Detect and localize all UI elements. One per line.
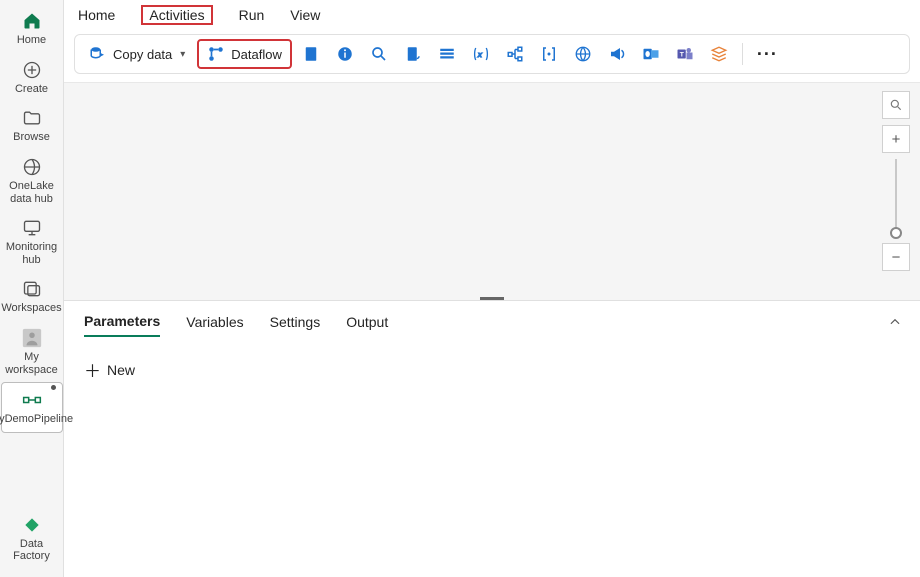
- main-area: Home Activities Run View Copy data ▾ Dat…: [64, 0, 920, 577]
- teams-icon: T: [676, 45, 694, 63]
- bottom-panel: Parameters Variables Settings Output ＋ N…: [64, 300, 920, 577]
- left-sidebar: Home Create Browse OneLake data hub Moni…: [0, 0, 64, 577]
- script-icon: [404, 45, 422, 63]
- collapse-panel-button[interactable]: [888, 315, 902, 329]
- bullhorn-icon: [608, 45, 626, 63]
- top-tab-row: Home Activities Run View: [64, 0, 920, 30]
- toolbar-lookup-button[interactable]: [364, 39, 394, 69]
- home-icon: [21, 10, 43, 32]
- search-icon: [889, 98, 903, 112]
- svg-text:x: x: [477, 50, 482, 59]
- sidebar-item-label: Home: [17, 34, 46, 47]
- chevron-up-icon: [888, 315, 902, 329]
- sidebar-item-label: MyDemoPipeline: [0, 413, 73, 426]
- toolbar-web-button[interactable]: [568, 39, 598, 69]
- toolbar-outlook-button[interactable]: [636, 39, 666, 69]
- folder-icon: [21, 107, 43, 129]
- new-parameter-button[interactable]: ＋ New: [84, 357, 900, 382]
- sidebar-item-monitoring[interactable]: Monitoring hub: [1, 211, 63, 272]
- avatar-icon: [21, 327, 43, 349]
- copy-data-label: Copy data: [113, 47, 172, 62]
- search-blue-icon: [370, 45, 388, 63]
- dataflow-icon: [207, 45, 225, 63]
- toolbar-separator: [742, 43, 743, 65]
- toolbar-announce-button[interactable]: [602, 39, 632, 69]
- workspaces-icon: [21, 278, 43, 300]
- toolbar-list-button[interactable]: [432, 39, 462, 69]
- sidebar-item-label: Browse: [13, 131, 50, 144]
- layers-icon: [710, 45, 728, 63]
- copy-data-icon: [89, 45, 107, 63]
- new-label: New: [107, 362, 135, 378]
- tab-variables[interactable]: Variables: [186, 314, 243, 336]
- canvas-controls: + −: [882, 91, 910, 277]
- variable-icon: x: [472, 45, 490, 63]
- bottom-tab-row: Parameters Variables Settings Output: [84, 313, 900, 337]
- sidebar-item-pipeline[interactable]: MyDemoPipeline: [1, 382, 63, 433]
- tab-output[interactable]: Output: [346, 314, 388, 336]
- dataflow-button[interactable]: Dataflow: [197, 39, 292, 69]
- toolbar-more-button[interactable]: ···: [751, 44, 784, 65]
- unsaved-indicator-icon: [51, 385, 56, 390]
- toolbar-info-button[interactable]: [330, 39, 360, 69]
- branch-icon: [506, 45, 524, 63]
- activities-toolbar: Copy data ▾ Dataflow x T ···: [74, 34, 910, 74]
- zoom-slider-track[interactable]: [895, 159, 897, 233]
- sidebar-item-create[interactable]: Create: [1, 53, 63, 102]
- zoom-slider-knob[interactable]: [890, 227, 902, 239]
- monitor-icon: [21, 217, 43, 239]
- pipeline-icon: [21, 389, 43, 411]
- onelake-icon: [21, 156, 43, 178]
- sidebar-item-label: Create: [15, 83, 48, 96]
- outlook-icon: [642, 45, 660, 63]
- tab-home[interactable]: Home: [78, 5, 115, 25]
- sidebar-item-workspaces[interactable]: Workspaces: [1, 272, 63, 321]
- data-factory-icon: [21, 514, 43, 536]
- copy-data-button[interactable]: Copy data ▾: [81, 39, 193, 69]
- sidebar-item-label: My workspace: [3, 351, 61, 376]
- toolbar-notebook-button[interactable]: [296, 39, 326, 69]
- list-icon: [438, 45, 456, 63]
- toolbar-script-button[interactable]: [398, 39, 428, 69]
- toolbar-branch-button[interactable]: [500, 39, 530, 69]
- sidebar-item-label: OneLake data hub: [3, 180, 61, 205]
- info-icon: [336, 45, 354, 63]
- sidebar-item-data-factory[interactable]: Data Factory: [1, 508, 63, 569]
- toolbar-teams-button[interactable]: T: [670, 39, 700, 69]
- chevron-down-icon: ▾: [180, 49, 185, 60]
- tab-activities[interactable]: Activities: [141, 5, 212, 25]
- sidebar-item-browse[interactable]: Browse: [1, 101, 63, 150]
- sidebar-item-my-workspace[interactable]: My workspace: [1, 321, 63, 382]
- dataflow-label: Dataflow: [231, 47, 282, 62]
- zoom-out-button[interactable]: −: [882, 243, 910, 271]
- plus-circle-icon: [21, 59, 43, 81]
- globe-icon: [574, 45, 592, 63]
- sidebar-item-label: Data Factory: [3, 538, 61, 563]
- canvas-search-button[interactable]: [882, 91, 910, 119]
- tab-run[interactable]: Run: [239, 5, 265, 25]
- toolbar-layers-button[interactable]: [704, 39, 734, 69]
- notebook-icon: [302, 45, 320, 63]
- tab-settings[interactable]: Settings: [270, 314, 321, 336]
- sidebar-item-label: Workspaces: [1, 302, 61, 315]
- toolbar-bracket-button[interactable]: [534, 39, 564, 69]
- sidebar-item-onelake[interactable]: OneLake data hub: [1, 150, 63, 211]
- bracket-icon: [540, 45, 558, 63]
- toolbar-variable-button[interactable]: x: [466, 39, 496, 69]
- tab-parameters[interactable]: Parameters: [84, 313, 160, 337]
- pipeline-canvas[interactable]: + −: [64, 82, 920, 300]
- sidebar-item-label: Monitoring hub: [3, 241, 61, 266]
- tab-view[interactable]: View: [290, 5, 320, 25]
- plus-icon: ＋: [84, 357, 101, 382]
- sidebar-item-home[interactable]: Home: [1, 4, 63, 53]
- zoom-in-button[interactable]: +: [882, 125, 910, 153]
